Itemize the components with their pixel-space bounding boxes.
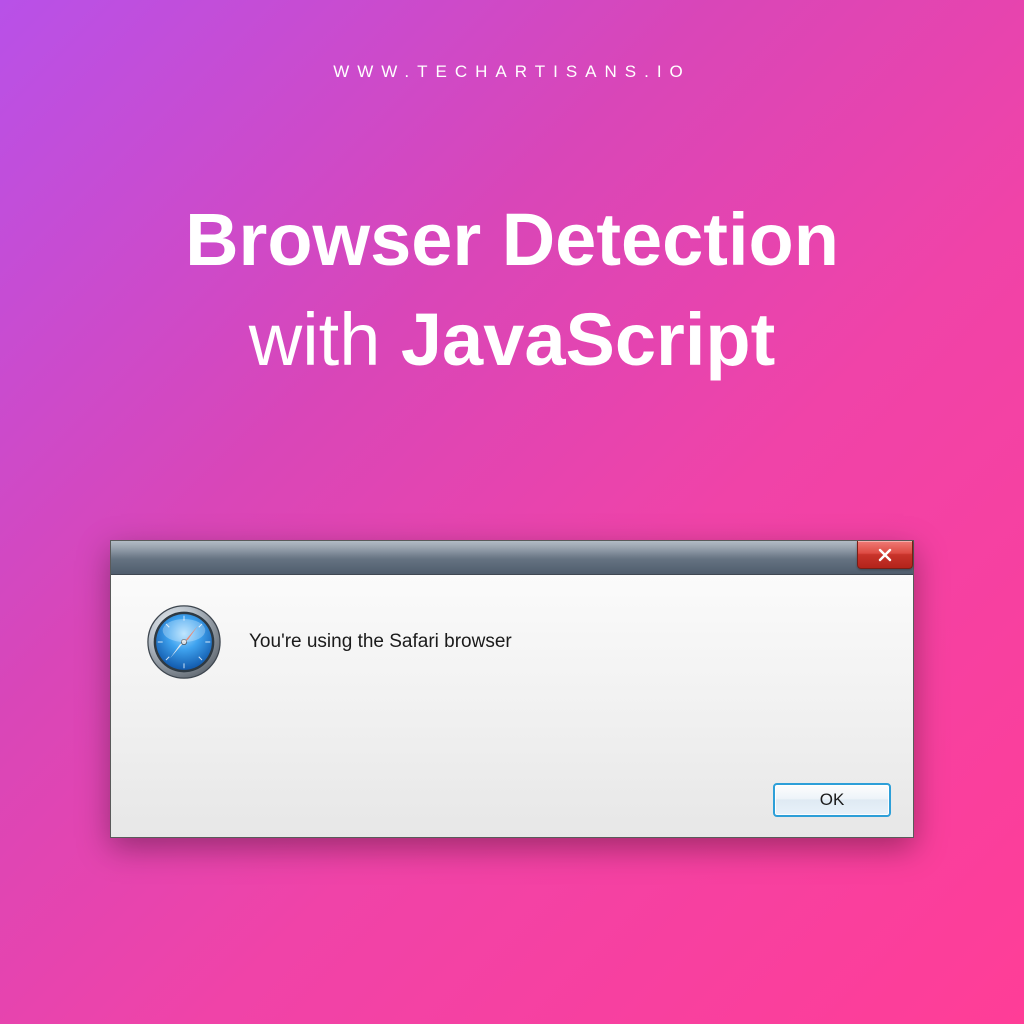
safari-icon — [143, 601, 225, 683]
dialog-body: You're using the Safari browser OK — [111, 575, 913, 837]
dialog-titlebar — [111, 541, 913, 575]
page-title: Browser Detection with JavaScript — [0, 190, 1024, 390]
alert-dialog: You're using the Safari browser OK — [110, 540, 914, 838]
dialog-button-row: OK — [773, 783, 891, 817]
headline-line2-bold: JavaScript — [401, 298, 775, 381]
headline-line1: Browser Detection — [185, 198, 839, 281]
ok-button[interactable]: OK — [773, 783, 891, 817]
headline-line2-prefix: with — [249, 298, 401, 381]
dialog-message: You're using the Safari browser — [249, 631, 512, 653]
message-row: You're using the Safari browser — [135, 601, 889, 683]
close-button[interactable] — [857, 541, 913, 569]
site-url: WWW.TECHARTISANS.IO — [0, 62, 1024, 82]
close-icon — [877, 547, 893, 563]
